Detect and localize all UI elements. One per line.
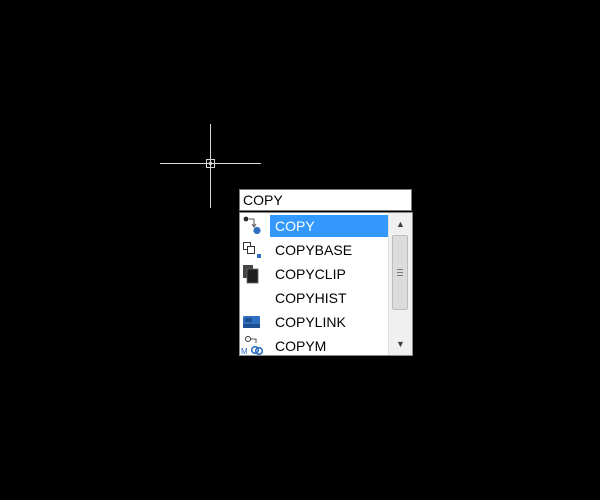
suggestion-label: COPYCLIP bbox=[275, 266, 346, 282]
drawing-canvas[interactable]: COPY COPY COPYBASE COPYCLIP COPYHIST COP… bbox=[0, 0, 600, 500]
suggestion-items: COPY COPYBASE COPYCLIP COPYHIST COPYLINK… bbox=[240, 214, 389, 356]
suggestion-scrollbar[interactable]: ▲ ▼ bbox=[388, 213, 412, 355]
blank-icon bbox=[240, 286, 270, 310]
svg-text:M: M bbox=[241, 347, 248, 356]
cursor-pickbox-center bbox=[208, 161, 213, 166]
thumb-grip-line bbox=[397, 272, 403, 273]
scrollbar-thumb[interactable] bbox=[392, 235, 408, 310]
copyclip-icon bbox=[240, 262, 270, 286]
suggestion-item-copybase[interactable]: COPYBASE bbox=[240, 238, 389, 262]
scroll-up-arrow-icon[interactable]: ▲ bbox=[389, 215, 412, 233]
suggestion-label: COPYM bbox=[275, 338, 327, 354]
suggestion-item-copyclip[interactable]: COPYCLIP bbox=[240, 262, 389, 286]
suggestion-label: COPYLINK bbox=[275, 314, 346, 330]
suggestion-item-copym[interactable]: M COPYM bbox=[240, 334, 389, 356]
suggestion-item-copy[interactable]: COPY bbox=[240, 214, 389, 238]
command-input-value: COPY bbox=[243, 192, 283, 208]
command-input[interactable]: COPY bbox=[239, 189, 412, 211]
copybase-icon bbox=[240, 238, 270, 262]
suggestion-label: COPYHIST bbox=[275, 290, 347, 306]
command-suggestion-list[interactable]: COPY COPYBASE COPYCLIP COPYHIST COPYLINK… bbox=[239, 212, 413, 356]
suggestion-item-copylink[interactable]: COPYLINK bbox=[240, 310, 389, 334]
scroll-down-arrow-icon[interactable]: ▼ bbox=[389, 335, 412, 353]
suggestion-label: COPY bbox=[270, 215, 389, 237]
copy-icon bbox=[240, 214, 270, 238]
suggestion-item-copyhist[interactable]: COPYHIST bbox=[240, 286, 389, 310]
copylink-icon bbox=[240, 310, 270, 334]
suggestion-label: COPYBASE bbox=[275, 242, 353, 258]
thumb-grip-line bbox=[397, 269, 403, 270]
thumb-grip-line bbox=[397, 275, 403, 276]
copym-icon: M bbox=[240, 334, 270, 356]
